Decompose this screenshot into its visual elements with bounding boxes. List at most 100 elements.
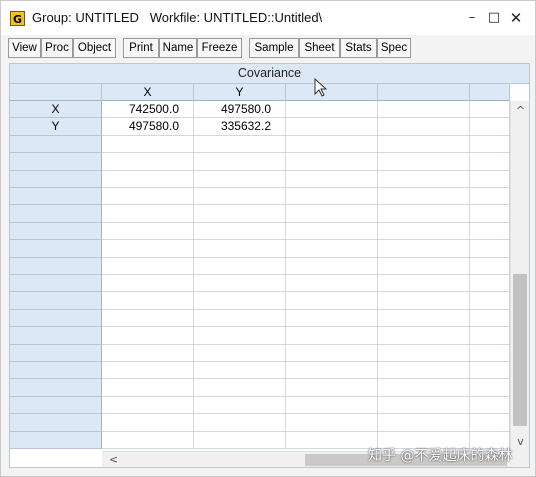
table-cell[interactable] <box>378 153 470 171</box>
vertical-scroll-thumb[interactable] <box>513 274 527 426</box>
scroll-up-icon[interactable]: ^ <box>511 104 529 118</box>
table-cell[interactable] <box>470 309 510 328</box>
row-header[interactable] <box>10 292 102 310</box>
table-cell[interactable] <box>470 362 510 380</box>
row-header[interactable] <box>10 379 102 397</box>
table-cell[interactable] <box>194 309 286 328</box>
row-header[interactable] <box>10 153 102 171</box>
table-cell[interactable] <box>194 257 286 275</box>
table-cell[interactable] <box>286 188 378 206</box>
object-button[interactable]: Object <box>73 38 116 58</box>
table-cell[interactable] <box>194 153 286 171</box>
column-header-x[interactable]: X <box>102 84 194 101</box>
table-cell[interactable] <box>378 414 470 432</box>
table-cell[interactable] <box>286 170 378 188</box>
table-cell[interactable] <box>378 292 470 310</box>
row-header[interactable]: X <box>10 101 102 119</box>
table-cell[interactable] <box>102 362 194 380</box>
table-cell[interactable] <box>286 153 378 171</box>
table-cell[interactable] <box>286 118 378 136</box>
table-cell[interactable] <box>378 275 470 293</box>
table-cell[interactable] <box>286 362 378 380</box>
table-cell[interactable] <box>470 379 510 397</box>
table-cell[interactable] <box>102 275 194 293</box>
table-cell[interactable] <box>378 344 470 362</box>
sample-button[interactable]: Sample <box>249 38 299 58</box>
table-cell[interactable] <box>470 101 510 119</box>
table-cell[interactable] <box>194 135 286 154</box>
table-cell[interactable] <box>378 188 470 206</box>
table-cell[interactable] <box>102 396 194 415</box>
table-cell[interactable] <box>378 309 470 328</box>
table-cell[interactable] <box>470 188 510 206</box>
column-header[interactable] <box>286 84 378 101</box>
table-cell[interactable] <box>286 396 378 415</box>
table-cell[interactable] <box>470 292 510 310</box>
row-header[interactable] <box>10 431 102 449</box>
table-cell[interactable] <box>194 222 286 241</box>
table-cell[interactable] <box>286 135 378 154</box>
table-cell[interactable] <box>102 135 194 154</box>
table-cell[interactable] <box>470 414 510 432</box>
row-header[interactable] <box>10 240 102 258</box>
table-cell[interactable] <box>286 414 378 432</box>
name-button[interactable]: Name <box>159 38 197 58</box>
column-header[interactable] <box>470 84 510 101</box>
column-header-y[interactable]: Y <box>194 84 286 101</box>
table-cell[interactable] <box>378 396 470 415</box>
table-cell[interactable] <box>194 275 286 293</box>
table-cell[interactable]: 497580.0 <box>194 101 286 119</box>
table-cell[interactable] <box>102 257 194 275</box>
table-cell[interactable] <box>194 170 286 188</box>
minimize-button[interactable]: – <box>463 9 481 27</box>
freeze-button[interactable]: Freeze <box>197 38 242 58</box>
table-cell[interactable] <box>102 153 194 171</box>
table-cell[interactable] <box>378 135 470 154</box>
table-cell[interactable] <box>194 431 286 449</box>
table-cell[interactable] <box>194 188 286 206</box>
table-cell[interactable] <box>102 431 194 449</box>
table-cell[interactable] <box>378 205 470 223</box>
table-cell[interactable] <box>102 205 194 223</box>
table-cell[interactable]: 497580.0 <box>102 118 194 136</box>
row-header[interactable] <box>10 362 102 380</box>
scroll-left-icon[interactable]: < <box>104 453 123 467</box>
table-cell[interactable] <box>286 292 378 310</box>
table-cell[interactable] <box>470 222 510 241</box>
table-cell[interactable] <box>194 414 286 432</box>
table-cell[interactable] <box>470 135 510 154</box>
table-cell[interactable] <box>102 188 194 206</box>
table-cell[interactable] <box>286 257 378 275</box>
maximize-button[interactable]: □ <box>485 9 503 27</box>
vertical-scrollbar[interactable]: ^ v <box>510 101 529 451</box>
scroll-down-icon[interactable]: v <box>511 435 529 449</box>
table-cell[interactable] <box>470 240 510 258</box>
table-cell[interactable] <box>102 222 194 241</box>
close-button[interactable]: ✕ <box>507 9 525 27</box>
table-cell[interactable] <box>378 362 470 380</box>
table-cell[interactable] <box>378 379 470 397</box>
column-header[interactable] <box>378 84 470 101</box>
row-header[interactable] <box>10 205 102 223</box>
table-cell[interactable] <box>470 257 510 275</box>
table-cell[interactable] <box>102 414 194 432</box>
table-cell[interactable] <box>286 240 378 258</box>
table-cell[interactable] <box>194 240 286 258</box>
view-button[interactable]: View <box>8 38 41 58</box>
sheet-button[interactable]: Sheet <box>299 38 340 58</box>
table-cell[interactable] <box>378 170 470 188</box>
table-cell[interactable] <box>378 257 470 275</box>
row-header[interactable] <box>10 188 102 206</box>
table-cell[interactable] <box>286 205 378 223</box>
table-cell[interactable] <box>102 240 194 258</box>
row-header[interactable] <box>10 170 102 188</box>
row-header[interactable] <box>10 222 102 241</box>
table-cell[interactable] <box>470 153 510 171</box>
table-cell[interactable] <box>378 118 470 136</box>
table-cell[interactable] <box>194 344 286 362</box>
table-cell[interactable] <box>102 379 194 397</box>
table-cell[interactable] <box>470 170 510 188</box>
table-cell[interactable] <box>286 327 378 345</box>
table-cell[interactable] <box>286 222 378 241</box>
table-cell[interactable] <box>378 222 470 241</box>
